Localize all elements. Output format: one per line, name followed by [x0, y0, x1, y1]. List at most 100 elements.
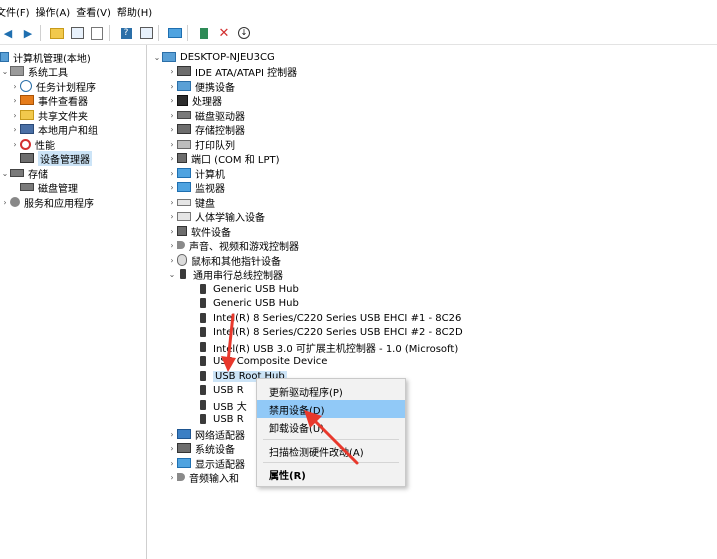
- device-category[interactable]: › 磁盘驱动器: [167, 108, 245, 123]
- device-tree-root[interactable]: ⌄ DESKTOP-NJEU3CG: [152, 50, 275, 64]
- tree-disk-management[interactable]: 磁盘管理: [20, 180, 78, 195]
- device-category[interactable]: › 声音、视频和游戏控制器: [167, 238, 299, 253]
- tree-device-manager[interactable]: 设备管理器: [20, 150, 92, 166]
- device-category[interactable]: › 便携设备: [167, 79, 235, 94]
- usb-device[interactable]: USB R: [197, 412, 244, 426]
- tree-event-viewer[interactable]: › 事件查看器: [10, 93, 88, 108]
- mouse-icon: [177, 254, 187, 266]
- chevron-right-icon[interactable]: ›: [167, 227, 177, 236]
- device-category[interactable]: › 端口 (COM 和 LPT): [167, 151, 280, 166]
- device-category-usb[interactable]: ⌄ 通用串行总线控制器: [167, 267, 283, 282]
- chevron-down-icon[interactable]: ⌄: [0, 67, 10, 76]
- chevron-down-icon[interactable]: ⌄: [152, 53, 162, 62]
- chevron-right-icon[interactable]: ›: [10, 82, 20, 91]
- chevron-down-icon[interactable]: ⌄: [167, 270, 177, 279]
- usb-device[interactable]: USB Composite Device: [197, 354, 327, 368]
- chevron-right-icon[interactable]: ›: [167, 96, 177, 105]
- tree-shared-folders[interactable]: › 共享文件夹: [10, 108, 88, 123]
- device-category[interactable]: › IDE ATA/ATAPI 控制器: [167, 64, 297, 79]
- menu-action[interactable]: 操作(A): [36, 4, 77, 19]
- uninstall-icon[interactable]: ✕: [216, 25, 232, 41]
- forward-icon[interactable]: ▶: [20, 25, 36, 41]
- chevron-right-icon[interactable]: ›: [167, 459, 177, 468]
- device-category[interactable]: › 软件设备: [167, 224, 231, 239]
- menu-item-disable-device[interactable]: 禁用设备(D): [257, 400, 405, 418]
- usb-device[interactable]: Intel(R) 8 Series/C220 Series USB EHCI #…: [197, 325, 463, 339]
- chevron-right-icon[interactable]: ›: [167, 212, 177, 221]
- help-icon[interactable]: ?: [118, 25, 134, 41]
- tree-services-apps[interactable]: › 服务和应用程序: [0, 195, 94, 210]
- services-icon: [10, 197, 20, 207]
- tree-performance[interactable]: › 性能: [10, 137, 55, 152]
- tree-root[interactable]: 计算机管理(本地): [0, 50, 91, 65]
- chevron-right-icon[interactable]: ›: [10, 125, 20, 134]
- chevron-right-icon[interactable]: ›: [0, 198, 10, 207]
- device-category[interactable]: › 监视器: [167, 180, 225, 195]
- chevron-right-icon[interactable]: ›: [167, 256, 177, 265]
- usb-device[interactable]: Intel(R) 8 Series/C220 Series USB EHCI #…: [197, 311, 461, 325]
- chevron-right-icon[interactable]: ›: [167, 67, 177, 76]
- device-manager-icon: [20, 153, 34, 163]
- usb-icon: [200, 414, 206, 424]
- chevron-right-icon[interactable]: ›: [10, 111, 20, 120]
- device-category[interactable]: › 显示适配器: [167, 456, 245, 471]
- tree-storage[interactable]: ⌄ 存储: [0, 166, 48, 181]
- usb-device[interactable]: Generic USB Hub: [197, 296, 299, 310]
- device-category[interactable]: › 网络适配器: [167, 427, 245, 442]
- chevron-right-icon[interactable]: ›: [167, 183, 177, 192]
- chevron-right-icon[interactable]: ›: [167, 111, 177, 120]
- chevron-right-icon[interactable]: ›: [167, 140, 177, 149]
- usb-device[interactable]: Intel(R) USB 3.0 可扩展主机控制器 - 1.0 (Microso…: [197, 340, 458, 355]
- device-category[interactable]: › 打印队列: [167, 137, 235, 152]
- chevron-right-icon[interactable]: ›: [167, 82, 177, 91]
- up-folder-icon[interactable]: [49, 25, 65, 41]
- menu-item-uninstall-device[interactable]: 卸载设备(U): [257, 418, 405, 436]
- device-category[interactable]: › 键盘: [167, 195, 215, 210]
- chevron-right-icon[interactable]: ›: [167, 444, 177, 453]
- device-category[interactable]: › 鼠标和其他指针设备: [167, 253, 281, 268]
- tree-task-scheduler[interactable]: › 任务计划程序: [10, 79, 96, 94]
- chevron-right-icon[interactable]: ›: [10, 140, 20, 149]
- menu-file[interactable]: 文件(F): [0, 4, 36, 19]
- chevron-right-icon[interactable]: ›: [167, 430, 177, 439]
- storage-controller-icon: [177, 124, 191, 134]
- disk-management-icon: [20, 183, 34, 191]
- device-category[interactable]: › 存储控制器: [167, 122, 245, 137]
- usb-device[interactable]: USB R: [197, 383, 244, 397]
- monitor-icon[interactable]: [167, 25, 183, 41]
- chevron-down-icon[interactable]: ⌄: [0, 169, 10, 178]
- computer-icon: [162, 52, 176, 62]
- menu-view[interactable]: 查看(V): [76, 4, 117, 19]
- task-scheduler-icon: [20, 80, 32, 92]
- chevron-right-icon[interactable]: ›: [167, 154, 177, 163]
- usb-device[interactable]: USB 大: [197, 398, 247, 413]
- chevron-right-icon[interactable]: ›: [167, 198, 177, 207]
- device-category[interactable]: › 计算机: [167, 166, 225, 181]
- device-category[interactable]: › 人体学输入设备: [167, 209, 265, 224]
- tree-local-users[interactable]: › 本地用户和组: [10, 122, 98, 137]
- properties-icon[interactable]: [89, 25, 105, 41]
- chevron-right-icon[interactable]: ›: [167, 241, 177, 250]
- update-driver-icon[interactable]: [196, 25, 212, 41]
- tree-system-tools[interactable]: ⌄ 系统工具: [0, 64, 68, 79]
- device-category[interactable]: › 音频输入和: [167, 470, 239, 485]
- device-category[interactable]: › 系统设备: [167, 441, 235, 456]
- chevron-right-icon[interactable]: ›: [167, 473, 177, 482]
- show-tree-icon[interactable]: [69, 25, 85, 41]
- disk-drive-icon: [177, 111, 191, 119]
- show-action-icon[interactable]: [138, 25, 154, 41]
- menu-item-properties[interactable]: 属性(R): [257, 465, 405, 483]
- back-icon[interactable]: ◀: [0, 25, 16, 41]
- menu-item-scan-hardware[interactable]: 扫描检测硬件改动(A): [257, 442, 405, 460]
- system-tools-icon: [10, 66, 24, 76]
- device-category[interactable]: › 处理器: [167, 93, 222, 108]
- download-icon[interactable]: ↓: [236, 25, 252, 41]
- network-adapter-icon: [177, 429, 191, 439]
- chevron-right-icon[interactable]: ›: [167, 169, 177, 178]
- menu-item-update-driver[interactable]: 更新驱动程序(P): [257, 382, 405, 400]
- menu-help[interactable]: 帮助(H): [117, 4, 158, 19]
- chevron-right-icon[interactable]: ›: [167, 125, 177, 134]
- usb-device[interactable]: Generic USB Hub: [197, 282, 299, 296]
- toolbar-separator: [187, 25, 188, 41]
- chevron-right-icon[interactable]: ›: [10, 96, 20, 105]
